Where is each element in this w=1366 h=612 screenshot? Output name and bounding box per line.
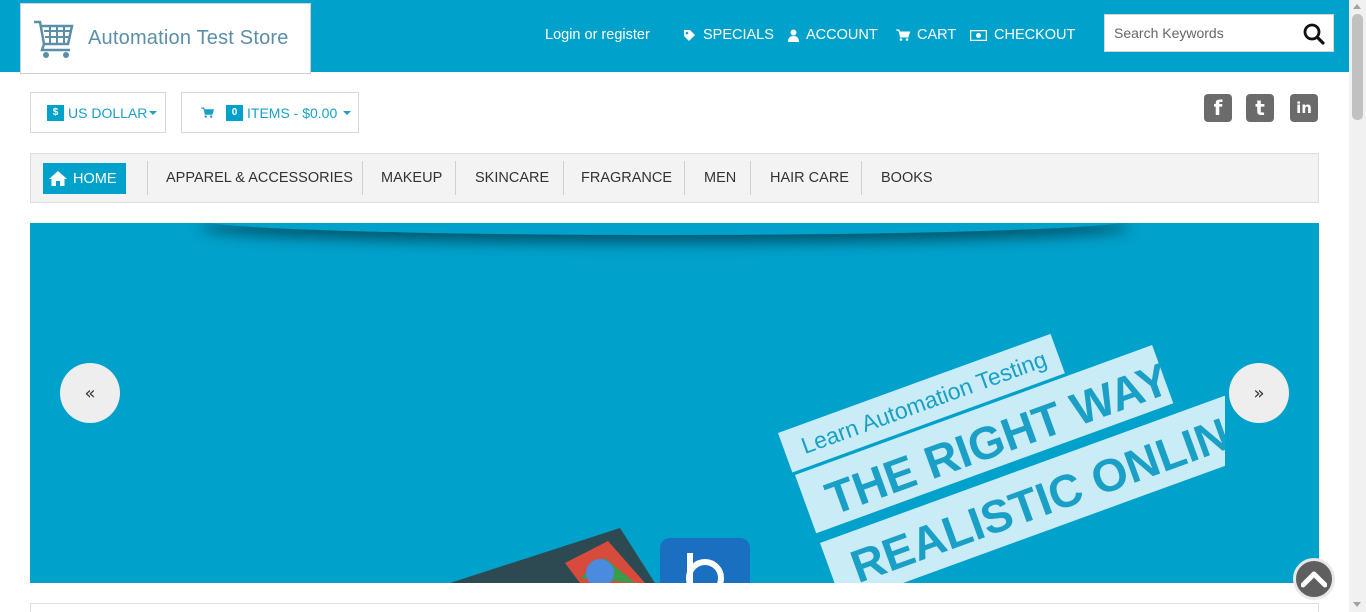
slider-prev-button[interactable]: « <box>60 363 120 423</box>
nav-makeup[interactable]: MAKEUP <box>381 154 442 202</box>
vertical-scrollbar[interactable] <box>1349 0 1366 612</box>
home-icon <box>49 171 67 186</box>
cart-count-badge: 0 <box>226 104 243 121</box>
chevrons-left-icon: « <box>84 382 96 404</box>
twitter-icon[interactable]: t <box>1246 94 1274 122</box>
facebook-glyph: f <box>1213 96 1223 120</box>
chevron-down-icon <box>343 110 352 115</box>
twitter-glyph: t <box>1255 96 1265 120</box>
top-header: Automation Test Store Login or register … <box>0 0 1349 74</box>
nav-divider <box>362 161 363 195</box>
linkedin-icon[interactable]: in <box>1290 94 1318 122</box>
account-label: ACCOUNT <box>806 27 878 43</box>
chevrons-right-icon: » <box>1253 382 1265 404</box>
nav-hair-care[interactable]: HAIR CARE <box>770 154 849 202</box>
cart-summary-dropdown[interactable]: 0 ITEMS - $0.00 <box>181 92 359 133</box>
nav-men[interactable]: MEN <box>704 154 736 202</box>
currency-dropdown[interactable]: $ US DOLLAR <box>30 92 166 133</box>
chevron-down-icon <box>149 110 158 115</box>
chevron-up-icon <box>1301 571 1327 588</box>
page: Automation Test Store Login or register … <box>0 0 1366 612</box>
nav-books[interactable]: BOOKS <box>881 154 933 202</box>
facebook-icon[interactable]: f <box>1204 94 1232 122</box>
cart-label: CART <box>917 27 957 43</box>
nav-divider <box>861 161 862 195</box>
nav-divider <box>147 161 148 195</box>
cart-icon <box>896 29 910 41</box>
slider-next-button[interactable]: » <box>1229 363 1289 423</box>
linkedin-glyph: in <box>1296 99 1312 117</box>
specials-link[interactable]: SPECIALS <box>683 27 774 43</box>
cart-logo-icon <box>34 20 74 58</box>
scroll-down-arrow-icon[interactable] <box>1353 602 1361 607</box>
search-icon[interactable] <box>1301 21 1327 47</box>
checkout-link[interactable]: CHECKOUT <box>970 27 1075 43</box>
store-logo[interactable]: Automation Test Store <box>20 3 311 74</box>
currency-label: US DOLLAR <box>68 104 148 121</box>
nav-divider <box>455 161 456 195</box>
account-link[interactable]: ACCOUNT <box>788 27 878 43</box>
cart-small-icon <box>201 107 214 118</box>
nav-skincare[interactable]: SKINCARE <box>475 154 549 202</box>
search-box <box>1104 14 1334 52</box>
scroll-to-top-button[interactable] <box>1293 558 1335 600</box>
checkout-label: CHECKOUT <box>994 27 1076 43</box>
cart-link[interactable]: CART <box>896 27 956 43</box>
nav-home-label: HOME <box>73 170 117 187</box>
logo-text: Automation Test Store <box>88 27 289 49</box>
scrollbar-thumb[interactable] <box>1352 14 1363 120</box>
nav-home[interactable]: HOME <box>43 163 126 194</box>
cart-summary-label: ITEMS - $0.00 <box>247 104 338 121</box>
money-icon <box>970 29 987 41</box>
scroll-up-arrow-icon[interactable] <box>1353 4 1361 9</box>
search-input[interactable] <box>1105 16 1290 50</box>
content-box-edge <box>30 603 1319 612</box>
user-icon <box>788 29 799 42</box>
login-register-label: Login or register <box>545 27 650 43</box>
nav-fragrance[interactable]: FRAGRANCE <box>581 154 672 202</box>
login-register-link[interactable]: Login or register <box>545 27 650 43</box>
nav-divider <box>750 161 751 195</box>
banner-text-area: Learn Automation Testing THE RIGHT WAY R… <box>30 223 1225 583</box>
banner-slider: Learn Automation Testing THE RIGHT WAY R… <box>30 223 1319 583</box>
tag-icon <box>683 29 696 42</box>
nav-apparel[interactable]: APPAREL & ACCESSORIES <box>166 154 353 202</box>
nav-divider <box>684 161 685 195</box>
category-nav: HOME APPAREL & ACCESSORIES MAKEUP SKINCA… <box>30 153 1319 203</box>
nav-divider <box>563 161 564 195</box>
specials-label: SPECIALS <box>703 27 774 43</box>
currency-symbol-badge: $ <box>47 104 64 121</box>
